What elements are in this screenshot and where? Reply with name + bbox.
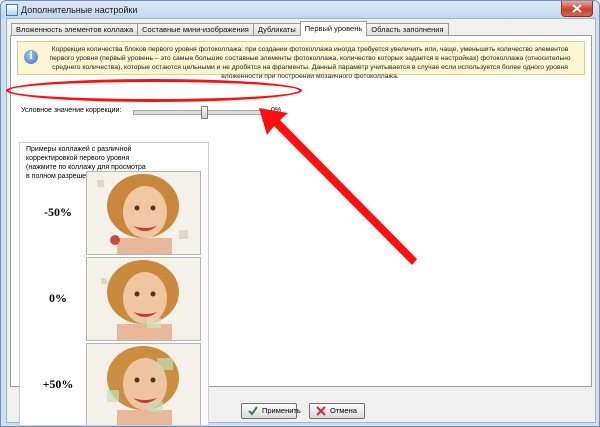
settings-window: Дополнительные настройки Вложенность эле… <box>0 0 600 427</box>
annotation-arrow <box>259 108 417 265</box>
tab-first-level[interactable]: Первый уровень <box>299 21 368 36</box>
